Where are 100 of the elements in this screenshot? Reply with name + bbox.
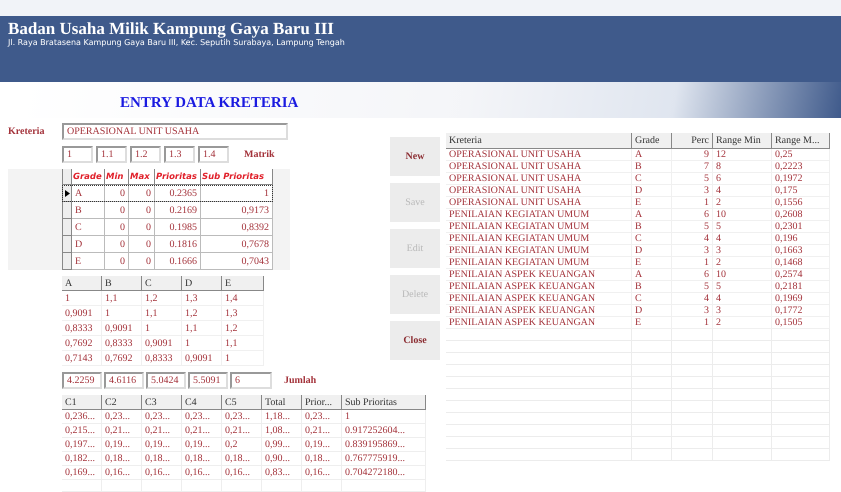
table-cell: 0,1556 xyxy=(772,197,830,209)
company-title: Badan Usaha Milik Kampung Gaya Baru III xyxy=(8,19,334,38)
grade-row[interactable]: C 0 0 0.1985 0,8392 xyxy=(62,219,273,236)
table-cell: 0 xyxy=(129,219,155,236)
table-cell: 0,16... xyxy=(102,466,142,480)
table-cell: 0,169... xyxy=(62,466,102,480)
table-cell: 0,19... xyxy=(102,438,142,452)
table-cell: 0,16... xyxy=(142,466,182,480)
table-cell: 0 xyxy=(105,236,129,253)
column-header[interactable]: Total xyxy=(262,395,302,410)
table-cell: 0,196 xyxy=(772,233,830,245)
column-header[interactable]: D xyxy=(182,276,222,291)
table-cell: B xyxy=(632,221,672,233)
grade-row[interactable]: B 0 0 0.2169 0,9173 xyxy=(62,202,273,219)
column-header[interactable]: E xyxy=(222,276,264,291)
table-cell: 0,16... xyxy=(302,466,342,480)
table-cell: 3 xyxy=(672,185,713,197)
table-cell: 0.1666 xyxy=(155,253,201,270)
table-cell: 1 xyxy=(62,291,102,306)
table-cell: 0,23... xyxy=(302,410,342,424)
matrik-label: Matrik xyxy=(244,149,275,160)
column-header[interactable]: Grade xyxy=(72,169,105,185)
kreteria-label: Kreteria xyxy=(8,126,46,137)
column-header[interactable]: C1 xyxy=(62,395,102,410)
column-header[interactable]: C xyxy=(142,276,182,291)
table-cell: 0,83... xyxy=(262,466,302,480)
sum-field[interactable]: 4.2259 xyxy=(62,372,102,389)
column-header[interactable]: Prior... xyxy=(302,395,342,410)
table-cell: OPERASIONAL UNIT USAHA xyxy=(446,149,632,161)
table-cell: 4 xyxy=(713,293,772,305)
column-header[interactable]: C2 xyxy=(102,395,142,410)
table-cell: PENILAIAN KEGIATAN UMUM xyxy=(446,245,632,257)
table-cell: 1,08... xyxy=(262,424,302,438)
grade-row[interactable]: A 0 0 0.2365 1 xyxy=(62,185,273,202)
grade-row[interactable]: D 0 0 0.1816 0,7678 xyxy=(62,236,273,253)
sum-field[interactable]: 4.6116 xyxy=(104,372,144,389)
column-header[interactable]: Range Min xyxy=(713,133,772,149)
table-cell: 0,90... xyxy=(262,452,302,466)
column-header[interactable]: C3 xyxy=(142,395,182,410)
table-cell: PENILAIAN ASPEK KEUANGAN xyxy=(446,281,632,293)
row-header[interactable] xyxy=(62,185,72,202)
action-button[interactable]: New xyxy=(390,137,440,176)
table-cell: 0,21... xyxy=(142,424,182,438)
form-title: ENTRY DATA KRETERIA xyxy=(120,94,298,112)
company-address: Jl. Raya Bratasena Kampung Gaya Baru III, Kec. Seputih Surabaya, Lampung Tengah xyxy=(8,38,345,48)
table-cell: 0,19... xyxy=(302,438,342,452)
action-button[interactable]: Close xyxy=(390,321,440,360)
row-pointer-icon xyxy=(64,190,70,196)
column-header[interactable]: Grade xyxy=(632,133,672,149)
matrix-input-field[interactable]: 1.3 xyxy=(164,146,195,163)
table-cell: D xyxy=(72,236,105,253)
table-cell: C xyxy=(632,293,672,305)
table-cell: OPERASIONAL UNIT USAHA xyxy=(446,197,632,209)
sum-field[interactable]: 6 xyxy=(230,372,272,389)
table-cell: 1 xyxy=(201,185,273,202)
table-cell: 0,9091 xyxy=(182,351,222,366)
table-cell: 1 xyxy=(182,336,222,351)
table-cell: B xyxy=(632,161,672,173)
table-cell: 0,7692 xyxy=(62,336,102,351)
table-cell: A xyxy=(632,149,672,161)
table-cell: E xyxy=(632,317,672,329)
matrix-input-field[interactable]: 1.4 xyxy=(198,146,229,163)
column-header[interactable]: Range M... xyxy=(772,133,830,149)
table-cell: 0 xyxy=(105,202,129,219)
table-cell: 1 xyxy=(672,197,713,209)
table-cell: PENILAIAN ASPEK KEUANGAN xyxy=(446,293,632,305)
table-cell: 6 xyxy=(672,269,713,281)
table-cell: 0 xyxy=(129,202,155,219)
table-cell: C xyxy=(632,173,672,185)
table-cell: PENILAIAN KEGIATAN UMUM xyxy=(446,257,632,269)
table-cell: 3 xyxy=(713,305,772,317)
sum-field[interactable]: 5.0424 xyxy=(146,372,186,389)
table-cell: 1,1 xyxy=(142,306,182,321)
kreteria-field[interactable]: OPERASIONAL UNIT USAHA xyxy=(62,123,288,140)
table-cell: 0,9091 xyxy=(142,336,182,351)
table-cell: 0,18... xyxy=(182,452,222,466)
table-cell: 0,197... xyxy=(62,438,102,452)
column-header[interactable]: B xyxy=(102,276,142,291)
column-header[interactable]: A xyxy=(62,276,102,291)
column-header[interactable]: Kreteria xyxy=(446,133,632,149)
column-header[interactable]: Max xyxy=(129,169,155,185)
matrix-input-field[interactable]: 1 xyxy=(62,146,93,163)
table-cell: E xyxy=(72,253,105,270)
table-cell: 2 xyxy=(713,197,772,209)
column-header[interactable]: Prioritas xyxy=(155,169,201,185)
table-cell: 4 xyxy=(672,233,713,245)
table-cell: 0,2574 xyxy=(772,269,830,281)
column-header[interactable]: C5 xyxy=(222,395,262,410)
column-header[interactable]: Sub Prioritas xyxy=(342,395,426,410)
table-cell: 0,2 xyxy=(222,438,262,452)
column-header[interactable]: Perc xyxy=(672,133,713,149)
sum-field[interactable]: 5.5091 xyxy=(188,372,228,389)
column-header[interactable]: Min xyxy=(105,169,129,185)
grade-row[interactable]: E 0 0 0.1666 0,7043 xyxy=(62,253,273,270)
column-header[interactable]: C4 xyxy=(182,395,222,410)
matrix-input-field[interactable]: 1.1 xyxy=(96,146,127,163)
matrix-input-field[interactable]: 1.2 xyxy=(130,146,161,163)
column-header[interactable]: Sub Prioritas xyxy=(201,169,273,185)
table-cell: D xyxy=(632,245,672,257)
table-cell: 0,7143 xyxy=(62,351,102,366)
